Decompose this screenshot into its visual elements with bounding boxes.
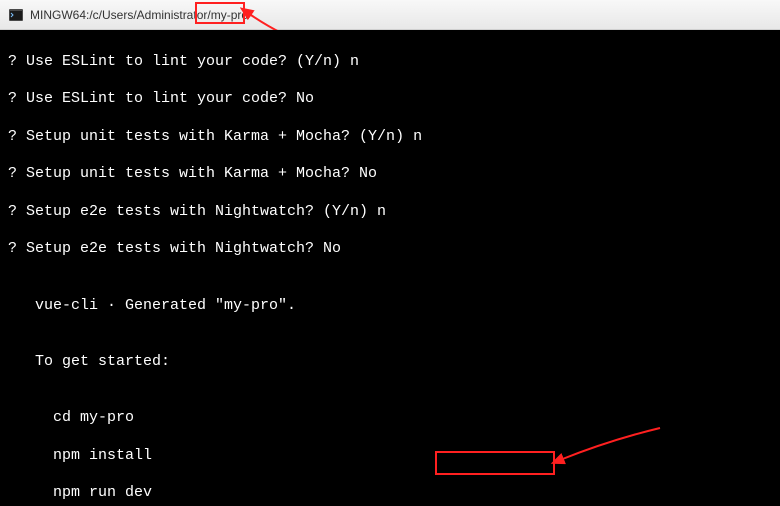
terminal-icon (8, 7, 24, 23)
output-line: vue-cli · Generated "my-pro". (8, 297, 772, 316)
output-line: ? Setup unit tests with Karma + Mocha? (… (8, 128, 772, 147)
title-path-highlight: /my-pro (207, 8, 248, 22)
output-line: npm install (8, 447, 772, 466)
output-line: ? Use ESLint to lint your code? No (8, 90, 772, 109)
terminal-output[interactable]: ? Use ESLint to lint your code? (Y/n) n … (0, 30, 780, 506)
output-line: npm run dev (8, 484, 772, 503)
output-line: To get started: (8, 353, 772, 372)
output-line: cd my-pro (8, 409, 772, 428)
output-line: ? Use ESLint to lint your code? (Y/n) n (8, 53, 772, 72)
output-line: ? Setup e2e tests with Nightwatch? No (8, 240, 772, 259)
window-titlebar: MINGW64:/c/Users/Administrator/my-pro (0, 0, 780, 30)
window-title: MINGW64:/c/Users/Administrator/my-pro (30, 8, 248, 22)
output-line: ? Setup unit tests with Karma + Mocha? N… (8, 165, 772, 184)
output-line: ? Setup e2e tests with Nightwatch? (Y/n)… (8, 203, 772, 222)
title-path-prefix: MINGW64:/c/Users/Administrator (30, 8, 207, 22)
